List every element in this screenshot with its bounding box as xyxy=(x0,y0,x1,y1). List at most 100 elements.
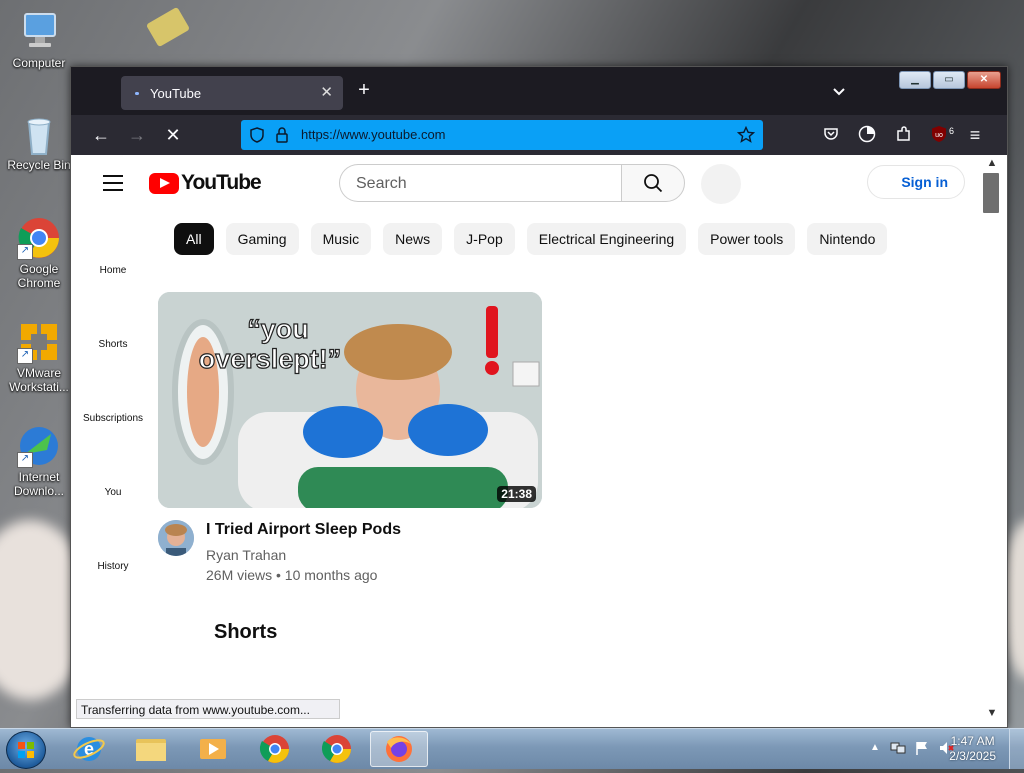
chrome-icon xyxy=(321,735,351,763)
extensions-icon[interactable] xyxy=(893,125,913,145)
extension-badge: 6 xyxy=(948,126,954,136)
folder-icon xyxy=(136,739,166,761)
taskbar-chrome-1[interactable] xyxy=(248,731,302,767)
url-bar[interactable]: https://www.youtube.com xyxy=(241,120,763,150)
list-all-tabs-icon[interactable] xyxy=(831,83,847,99)
thumbnail-text-line1: “you xyxy=(247,314,309,344)
taskbar: e ▲ 1:47 AM 2/3/2025 xyxy=(0,728,1024,769)
svg-text:uo: uo xyxy=(935,132,943,139)
sidebar-item-history[interactable]: History xyxy=(71,561,155,572)
clock[interactable]: 1:47 AM 2/3/2025 xyxy=(949,734,996,764)
scroll-thumb[interactable] xyxy=(983,173,999,213)
chip-music[interactable]: Music xyxy=(310,223,372,255)
taskbar-media-player[interactable] xyxy=(186,731,240,767)
close-button[interactable]: ✕ xyxy=(967,71,1001,89)
taskbar-file-explorer[interactable] xyxy=(124,731,178,767)
tab-close-icon[interactable]: ✕ xyxy=(320,83,333,101)
voice-search-placeholder[interactable] xyxy=(701,164,741,204)
tab-youtube[interactable]: YouTube ✕ xyxy=(121,76,343,110)
navigation-toolbar: ← → ✕ https://www.youtube.com uo 6 ≡ xyxy=(71,115,1007,155)
chip-power-tools[interactable]: Power tools xyxy=(698,223,796,255)
idm-icon: ↗ xyxy=(17,424,61,468)
chip-electrical-engineering[interactable]: Electrical Engineering xyxy=(526,223,687,255)
stop-icon[interactable]: ✕ xyxy=(163,125,183,145)
sidebar-item-shorts[interactable]: Shorts xyxy=(71,339,155,350)
desktop-icon-computer[interactable]: Computer xyxy=(4,10,74,70)
chip-all[interactable]: All xyxy=(174,223,214,255)
taskbar-firefox[interactable] xyxy=(370,731,428,767)
desktop-icon-label: Computer xyxy=(12,56,66,70)
status-panel: Transferring data from www.youtube.com..… xyxy=(76,699,340,719)
wallpaper-shape xyxy=(145,6,191,48)
chip-nintendo[interactable]: Nintendo xyxy=(807,223,888,255)
firefox-icon xyxy=(386,736,412,762)
ublock-origin-icon[interactable]: uo 6 xyxy=(929,125,954,145)
channel-name[interactable]: Ryan Trahan xyxy=(206,547,286,563)
bookmark-star-icon[interactable] xyxy=(736,125,756,144)
search-icon xyxy=(644,174,663,193)
network-icon[interactable] xyxy=(890,740,906,756)
windows-logo-icon xyxy=(18,742,34,758)
youtube-play-icon xyxy=(149,172,179,194)
desktop-icon-google-chrome[interactable]: ↗ Google Chrome xyxy=(4,216,74,290)
page-scrollbar[interactable]: ▲ ▼ xyxy=(979,155,1007,727)
media-player-icon xyxy=(200,739,226,759)
system-tray: ▲ 1:47 AM 2/3/2025 xyxy=(834,729,1024,769)
youtube-page: YouTube Search Sign in All Gaming Music … xyxy=(71,155,979,727)
video-thumbnail[interactable]: “you overslept!” 21:38 xyxy=(158,292,542,508)
account-icon[interactable] xyxy=(857,125,877,145)
video-duration: 21:38 xyxy=(497,486,536,502)
search-input[interactable]: Search xyxy=(339,164,621,202)
internet-explorer-icon: e xyxy=(73,737,105,761)
sign-in-label: Sign in xyxy=(901,174,948,190)
guide-menu-icon[interactable] xyxy=(103,175,123,191)
window-controls: ▁ ▭ ✕ xyxy=(899,71,1001,91)
chip-news[interactable]: News xyxy=(383,223,443,255)
channel-avatar[interactable] xyxy=(158,520,194,556)
sidebar-item-you[interactable]: You xyxy=(71,487,155,498)
pocket-icon[interactable] xyxy=(821,125,841,145)
forward-icon[interactable]: → xyxy=(127,125,147,145)
shorts-heading: Shorts xyxy=(214,621,278,643)
recycle-bin-icon xyxy=(17,112,61,156)
desktop-icon-label: VMware Workstati... xyxy=(9,366,69,394)
show-hidden-icons-icon[interactable]: ▲ xyxy=(870,742,880,753)
vmware-icon: ↗ xyxy=(17,320,61,364)
new-tab-button[interactable]: + xyxy=(353,79,375,101)
chrome-icon xyxy=(259,735,289,763)
taskbar-chrome-2[interactable] xyxy=(310,731,364,767)
youtube-logo[interactable]: YouTube xyxy=(149,171,262,194)
url-text: https://www.youtube.com xyxy=(301,127,446,142)
youtube-header: YouTube Search Sign in xyxy=(71,155,979,211)
sidebar-item-subscriptions[interactable]: Subscriptions xyxy=(71,413,155,424)
search-placeholder: Search xyxy=(356,175,407,192)
tracking-protection-icon[interactable] xyxy=(249,127,265,143)
minimize-button[interactable]: ▁ xyxy=(899,71,931,89)
show-desktop-button[interactable] xyxy=(1009,729,1024,769)
desktop-icon-recycle-bin[interactable]: Recycle Bin xyxy=(4,112,74,172)
loading-indicator-icon xyxy=(135,92,139,95)
search-button[interactable] xyxy=(621,164,685,202)
shortcut-arrow-icon: ↗ xyxy=(17,348,33,364)
back-icon[interactable]: ← xyxy=(91,125,111,145)
lock-icon[interactable] xyxy=(275,127,289,143)
desktop-icon-internet-download-manager[interactable]: ↗ Internet Downlo... xyxy=(4,424,74,498)
thumbnail-image: “you overslept!” xyxy=(158,292,542,508)
sidebar-item-home[interactable]: Home xyxy=(71,265,155,276)
chip-j-pop[interactable]: J-Pop xyxy=(454,223,515,255)
scroll-up-icon[interactable]: ▲ xyxy=(985,157,999,169)
maximize-button[interactable]: ▭ xyxy=(933,71,965,89)
scroll-down-icon[interactable]: ▼ xyxy=(985,707,999,719)
start-button[interactable] xyxy=(6,731,46,769)
desktop-icon-vmware[interactable]: ↗ VMware Workstati... xyxy=(4,320,74,394)
shortcut-arrow-icon: ↗ xyxy=(17,452,33,468)
chip-gaming[interactable]: Gaming xyxy=(225,223,299,255)
video-title[interactable]: I Tried Airport Sleep Pods xyxy=(206,521,401,539)
sign-in-button[interactable]: Sign in xyxy=(867,165,965,199)
menu-icon[interactable]: ≡ xyxy=(965,125,985,145)
desktop-icon-label: Google Chrome xyxy=(17,262,61,290)
clock-time: 1:47 AM xyxy=(950,734,995,748)
taskbar-internet-explorer[interactable]: e xyxy=(62,731,116,767)
action-center-flag-icon[interactable] xyxy=(914,740,930,756)
tab-strip: YouTube ✕ + ▁ ▭ ✕ xyxy=(71,67,1007,115)
